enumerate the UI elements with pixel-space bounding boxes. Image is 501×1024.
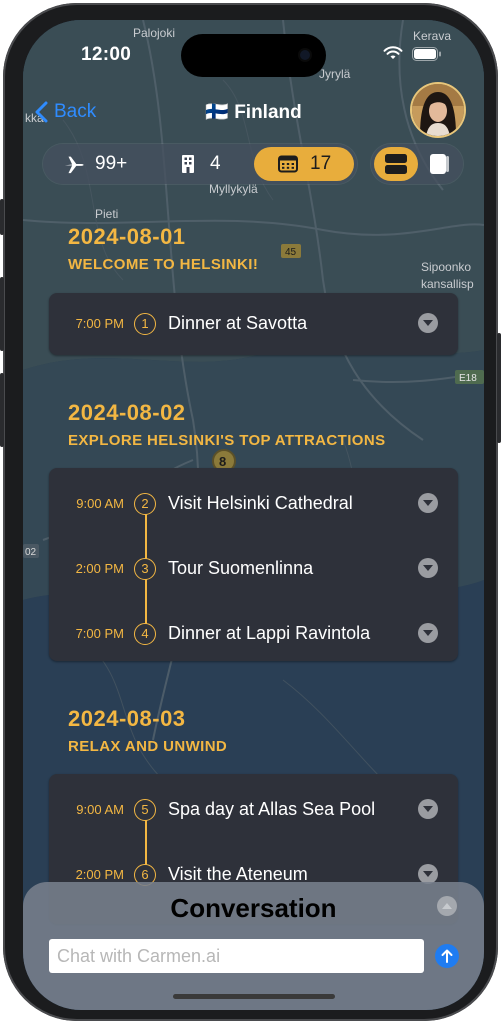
dynamic-island <box>181 34 326 77</box>
hotels-segment[interactable]: 4 <box>180 144 221 184</box>
expand-button[interactable] <box>418 313 438 333</box>
map-view-icon[interactable] <box>429 153 451 175</box>
list-item[interactable]: 2:00 PM 3 Tour Suomenlinna <box>49 549 458 589</box>
item-title: Spa day at Allas Sea Pool <box>168 799 376 819</box>
send-button[interactable] <box>435 944 459 968</box>
item-time: 2:00 PM <box>75 561 124 576</box>
item-number: 5 <box>134 799 156 821</box>
flights-segment[interactable]: 99+ <box>63 144 127 184</box>
expand-button[interactable] <box>418 623 438 643</box>
chevron-down-icon <box>423 565 433 571</box>
chevron-down-icon <box>423 871 433 877</box>
map-road-badge: 45 <box>285 247 297 258</box>
item-number: 2 <box>134 493 156 515</box>
list-item[interactable]: 7:00 PM 1 Dinner at Savotta <box>49 304 458 344</box>
expand-button[interactable] <box>418 864 438 884</box>
day-card: 9:00 AM 2 Visit Helsinki Cathedral 2:00 … <box>49 468 458 661</box>
expand-button[interactable] <box>418 799 438 819</box>
power-button <box>497 333 501 443</box>
conversation-title: Conversation <box>170 893 337 923</box>
item-time: 7:00 PM <box>75 626 124 641</box>
list-item[interactable]: 7:00 PM 4 Dinner at Lappi Ravintola <box>49 614 458 654</box>
list-item[interactable]: 9:00 AM 5 Spa day at Allas Sea Pool <box>49 790 458 830</box>
volume-up-button <box>0 277 4 351</box>
airplane-icon <box>64 156 84 174</box>
sheet-expand-button[interactable] <box>437 896 457 916</box>
camera-icon <box>300 50 310 60</box>
days-count: 17 <box>310 153 332 174</box>
day-subtitle: WELCOME TO HELSINKI! <box>68 256 259 273</box>
avatar[interactable] <box>412 84 464 136</box>
chat-input[interactable] <box>49 939 424 973</box>
phone-frame: Palojoki Kerava Jyrylä Myllykylä Pieti S… <box>0 3 501 1021</box>
map-marker-label: 8 <box>219 454 226 469</box>
home-indicator[interactable] <box>173 994 335 999</box>
item-title: Tour Suomenlinna <box>168 558 314 578</box>
building-icon <box>182 155 194 173</box>
expand-button[interactable] <box>418 493 438 513</box>
map-label: kansallisp <box>421 277 474 291</box>
item-number: 1 <box>134 313 156 335</box>
map-road-badge: E18 <box>459 373 477 384</box>
map-label: Pieti <box>95 207 118 221</box>
chevron-down-icon <box>423 630 433 636</box>
item-number: 3 <box>134 558 156 580</box>
day-date: 2024-08-03 <box>68 706 186 731</box>
day-card: 7:00 PM 1 Dinner at Savotta <box>49 293 458 355</box>
chevron-down-icon <box>423 320 433 326</box>
item-time: 9:00 AM <box>76 802 124 817</box>
battery-icon <box>412 47 441 61</box>
day-subtitle: RELAX AND UNWIND <box>68 738 228 755</box>
day-date: 2024-08-01 <box>68 224 186 249</box>
item-title: Dinner at Savotta <box>168 313 308 333</box>
item-number: 4 <box>134 623 156 645</box>
day-date: 2024-08-02 <box>68 400 186 425</box>
chevron-down-icon <box>423 500 433 506</box>
map-label: Sipoonko <box>421 260 471 274</box>
hotels-count: 4 <box>210 153 221 174</box>
screen: Palojoki Kerava Jyrylä Myllykylä Pieti S… <box>23 20 484 1010</box>
day-subtitle: EXPLORE HELSINKI'S TOP ATTRACTIONS <box>68 432 386 449</box>
volume-down-button <box>0 373 4 447</box>
conversation-sheet[interactable]: Conversation <box>23 882 484 1010</box>
list-view-icon[interactable] <box>384 153 408 175</box>
chevron-down-icon <box>423 806 433 812</box>
expand-button[interactable] <box>418 558 438 578</box>
page-title-text: Finland <box>234 102 302 123</box>
item-title: Visit Helsinki Cathedral <box>168 493 353 513</box>
days-segment[interactable]: 17 <box>278 144 331 184</box>
calendar-icon <box>278 155 298 173</box>
chevron-up-icon <box>442 903 452 909</box>
wifi-icon <box>383 46 403 59</box>
map-road-badge: 02 <box>25 547 37 558</box>
avatar-image <box>412 84 464 136</box>
map-label: Myllykylä <box>209 182 258 196</box>
view-toggle <box>371 144 463 184</box>
arrow-up-icon <box>441 949 453 963</box>
status-bar: 12:00 <box>23 20 484 80</box>
flights-count: 99+ <box>95 153 128 174</box>
status-time: 12:00 <box>81 44 132 65</box>
trip-summary-bar: 99+ 4 17 <box>43 144 357 184</box>
action-button <box>0 199 4 235</box>
list-item[interactable]: 9:00 AM 2 Visit Helsinki Cathedral <box>49 484 458 524</box>
item-time: 7:00 PM <box>75 316 124 331</box>
item-title: Dinner at Lappi Ravintola <box>168 623 371 643</box>
item-time: 2:00 PM <box>75 867 124 882</box>
item-time: 9:00 AM <box>76 496 124 511</box>
flag-icon: 🇫🇮 <box>205 102 229 123</box>
